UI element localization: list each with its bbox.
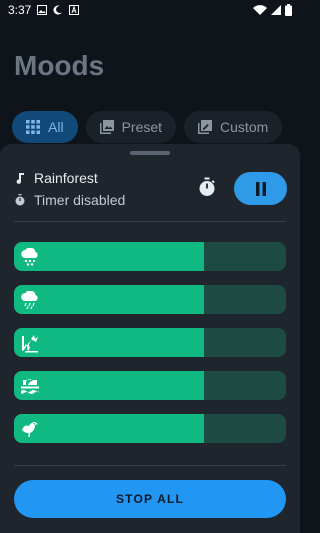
chip-all-label: All [48,119,64,135]
pause-button[interactable] [234,172,287,205]
now-playing: Rainforest Timer disabled [14,168,125,210]
drag-handle[interactable] [130,151,170,155]
track-fill [14,242,205,271]
music-note-icon [16,173,24,184]
jungle-icon [20,333,40,353]
a-icon [69,5,80,15]
stop-all-button[interactable]: STOP ALL [14,480,286,518]
image-icon [37,5,48,15]
chip-preset[interactable]: Preset [85,111,177,143]
status-time: 3:37 [8,3,32,17]
track-heavy-rain[interactable] [14,285,286,314]
divider-top [14,221,286,222]
heavy-rain-icon [20,290,40,310]
track-fill [14,371,205,400]
wifi-icon [253,4,267,15]
pause-icon [255,181,266,196]
divider-bottom [14,465,286,466]
track-fill [14,285,205,314]
now-playing-name: Rainforest [34,170,98,186]
track-fill [14,414,205,443]
bird-icon [20,419,40,439]
status-bar: 3:37 [0,0,300,20]
track-jungle[interactable] [14,328,286,357]
moon-icon [53,5,63,15]
chip-preset-label: Preset [121,119,163,135]
chip-custom-label: Custom [220,119,269,135]
preset-icon [99,120,114,134]
timer-button[interactable] [195,175,219,199]
rain-cloud-icon [20,247,40,267]
timer-icon [15,194,25,206]
filter-chips: All Preset Custom [12,111,283,143]
chip-all[interactable]: All [12,111,78,143]
page-title: Moods [14,50,105,81]
stopwatch-icon [199,177,215,196]
track-rain-cloud[interactable] [14,242,286,271]
track-fill [14,328,205,357]
signal-icon [271,4,281,15]
track-bird[interactable] [14,414,286,443]
bottom-sheet: Rainforest Timer disabled STOP ALL [0,144,300,533]
timer-status: Timer disabled [34,192,126,208]
grid-icon [26,120,40,134]
track-waves[interactable] [14,371,286,400]
chip-custom[interactable]: Custom [184,111,283,143]
waves-icon [20,376,40,396]
battery-icon [285,4,292,16]
custom-icon [198,120,213,134]
